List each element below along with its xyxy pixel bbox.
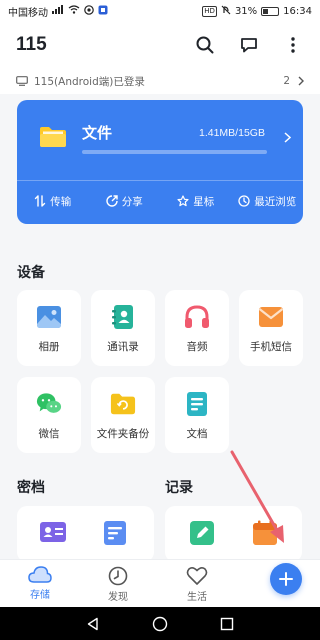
quick-actions: 传输 分享 星标 最近浏览	[17, 188, 303, 214]
tab-discover[interactable]: 发现	[93, 566, 143, 603]
secret-id-card-icon[interactable]	[39, 520, 67, 548]
app-header: 115	[0, 22, 320, 68]
tab-label: 生活	[187, 592, 207, 603]
contacts-icon	[110, 304, 136, 330]
signal-icon	[52, 5, 64, 17]
tab-label: 发现	[108, 592, 128, 603]
app-notification-icon	[98, 5, 108, 18]
more-options-icon[interactable]	[282, 34, 304, 56]
wechat-icon	[36, 391, 62, 417]
quick-action-transfer[interactable]: 传输	[17, 188, 89, 214]
quick-action-label: 传输	[50, 195, 72, 208]
cloud-icon	[28, 566, 52, 584]
secrets-section-title: 密档	[17, 480, 45, 496]
device-tile-wechat[interactable]: 微信	[17, 377, 81, 453]
sms-icon	[258, 304, 284, 330]
secret-note-icon[interactable]	[103, 520, 131, 548]
device-tile-label: 微信	[38, 428, 60, 440]
device-tile-sms[interactable]: 手机短信	[239, 290, 303, 366]
message-icon[interactable]	[238, 34, 260, 56]
device-tile-label: 文档	[186, 428, 208, 440]
secrets-panel	[17, 506, 154, 562]
clock-time: 16:34	[283, 5, 312, 17]
hd-icon: HD	[202, 5, 217, 17]
chevron-right-icon	[284, 128, 292, 147]
login-status-row[interactable]: 115(Android端)已登录 2	[0, 68, 320, 94]
back-icon[interactable]	[86, 617, 100, 631]
storage-capacity: 1.41MB/15GB	[199, 127, 265, 139]
search-icon[interactable]	[194, 34, 216, 56]
battery-icon	[261, 6, 280, 16]
page-title: 115	[16, 34, 47, 55]
recent-icon	[238, 195, 250, 207]
device-tile-label: 相册	[38, 341, 60, 353]
clock-icon	[108, 566, 128, 586]
tab-label: 存储	[30, 590, 50, 601]
folder-backup-icon	[110, 391, 136, 417]
tab-storage[interactable]: 存储	[15, 566, 65, 601]
login-status-text: 115(Android端)已登录	[34, 75, 145, 88]
wifi-icon	[68, 5, 80, 17]
headphones-icon	[184, 304, 210, 330]
device-tile-audio[interactable]: 音频	[165, 290, 229, 366]
share-icon	[106, 195, 118, 207]
transfer-icon	[34, 195, 46, 207]
device-tile-contacts[interactable]: 通讯录	[91, 290, 155, 366]
records-section-title: 记录	[165, 480, 193, 496]
system-navigation-bar	[0, 607, 320, 640]
card-divider	[17, 180, 303, 181]
records-panel	[165, 506, 302, 562]
heart-icon	[186, 566, 208, 586]
recent-apps-icon[interactable]	[220, 617, 234, 631]
record-memo-icon[interactable]	[189, 520, 217, 548]
photo-album-icon	[36, 304, 62, 330]
device-tile-label: 音频	[186, 341, 208, 353]
folder-icon	[39, 126, 67, 148]
document-icon	[184, 391, 210, 417]
notification-icon	[84, 4, 94, 18]
computer-icon	[16, 76, 28, 86]
quick-action-label: 分享	[121, 195, 143, 208]
devices-section-title: 设备	[17, 265, 45, 281]
quick-action-share[interactable]: 分享	[89, 188, 161, 214]
chevron-right-icon	[298, 76, 304, 86]
mute-icon	[221, 5, 231, 18]
storage-progress-bar	[82, 150, 267, 154]
home-icon[interactable]	[152, 616, 168, 632]
plus-icon	[279, 572, 293, 586]
device-tile-label: 手机短信	[250, 341, 292, 353]
quick-action-recent[interactable]: 最近浏览	[232, 188, 304, 214]
battery-percent: 31%	[234, 5, 258, 17]
device-tile-label: 文件夹备份	[96, 428, 150, 440]
device-tile-label: 通讯录	[107, 341, 139, 353]
device-tile-folder-backup[interactable]: 文件夹备份	[91, 377, 155, 453]
carrier-label: 中国移动	[8, 7, 48, 19]
device-tile-album[interactable]: 相册	[17, 290, 81, 366]
quick-action-label: 星标	[193, 195, 215, 208]
quick-action-star[interactable]: 星标	[160, 188, 232, 214]
status-bar: 中国移动 HD 31% 16:34	[0, 0, 320, 22]
record-calendar-icon[interactable]	[252, 520, 280, 548]
add-button[interactable]	[270, 563, 302, 595]
storage-card-title: 文件	[82, 124, 113, 142]
login-device-count: 2	[283, 75, 290, 87]
quick-action-label: 最近浏览	[254, 195, 297, 208]
device-tile-documents[interactable]: 文档	[165, 377, 229, 453]
star-icon	[177, 195, 189, 207]
storage-card[interactable]: 文件 1.41MB/15GB 传输 分享 星标 最近浏览	[17, 100, 303, 224]
tab-life[interactable]: 生活	[172, 566, 222, 603]
